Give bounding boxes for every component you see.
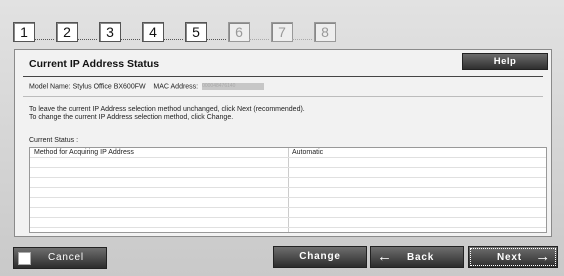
change-button[interactable]: Change [273,246,367,268]
cancel-icon [18,252,31,265]
step-number: 1 [13,22,35,42]
page-title: Current IP Address Status [29,58,160,70]
mac-value: 000048476140 [202,83,265,90]
cancel-label: Cancel [48,252,84,263]
step-number: 3 [99,22,121,42]
status-value: Automatic [292,149,324,156]
mac-label: MAC Address: [153,83,199,91]
table-row [30,218,546,228]
back-label: Back [407,252,435,263]
status-panel: Current IP Address Status Help Model Nam… [14,49,552,237]
arrow-left-icon: ← [377,248,393,265]
back-button[interactable]: ← Back [370,246,464,268]
instruction-next: To leave the current IP Address selectio… [29,106,305,113]
table-row [30,208,546,218]
help-button[interactable]: Help [462,53,548,70]
table-row [30,188,546,198]
step-number: 5 [185,22,207,42]
table-row [30,178,546,188]
step-dots [206,33,226,40]
table-row [30,198,546,208]
table-row [30,168,546,178]
step-dots [120,33,140,40]
step-number: 7 [271,22,293,42]
step-dots [34,33,54,40]
title-divider [23,76,543,77]
step-dots [163,33,183,40]
status-item: Method for Acquiring IP Address [34,149,134,156]
step-number: 6 [228,22,250,42]
step-number: 8 [314,22,336,42]
info-divider [23,96,543,97]
wizard-window: 1 2 3 4 5 6 7 8 Current IP Address Statu… [0,0,564,276]
instruction-change: To change the current IP Address selecti… [29,114,234,121]
step-dots [249,33,269,40]
model-label: Model Name: [29,83,71,91]
step-number: 2 [56,22,78,42]
model-value: Stylus Office BX600FW [72,83,146,91]
step-dots [77,33,97,40]
step-number: 4 [142,22,164,42]
table-row: Method for Acquiring IP Address Automati… [30,148,546,158]
cancel-button[interactable]: Cancel [13,247,107,269]
table-row [30,158,546,168]
status-table: Method for Acquiring IP Address Automati… [29,147,547,233]
current-status-label: Current Status : [29,137,79,144]
arrow-right-icon: → [535,248,551,265]
step-dots [292,33,312,40]
next-label: Next [497,252,522,263]
next-button[interactable]: Next → [468,246,558,268]
device-info: Model Name: Stylus Office BX600FW MAC Ad… [29,83,265,91]
